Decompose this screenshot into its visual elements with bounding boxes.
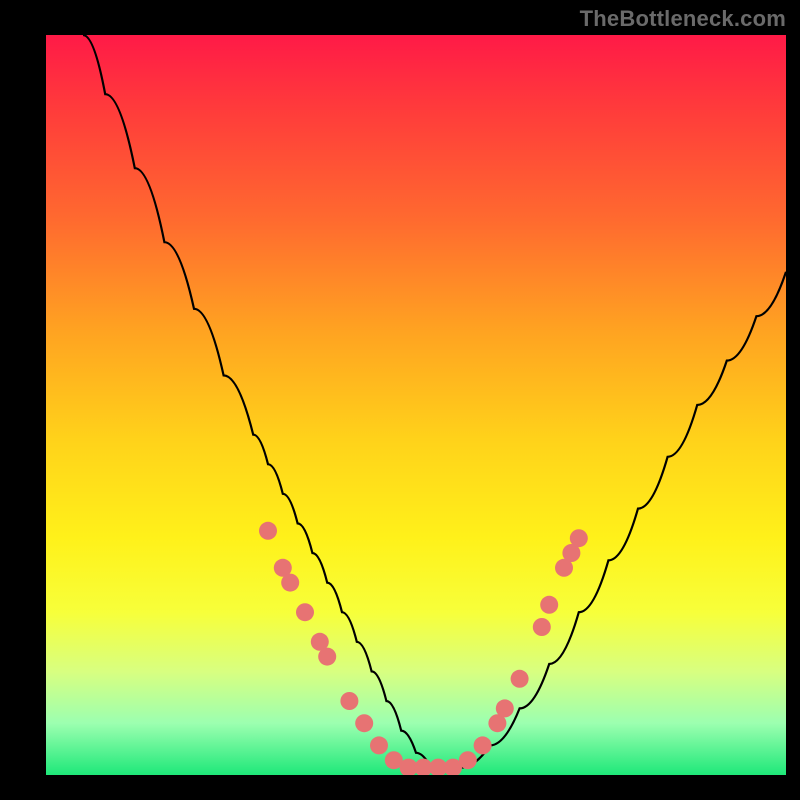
curve-marker: [474, 736, 492, 754]
curve-marker: [385, 751, 403, 769]
curve-marker: [311, 633, 329, 651]
curve-marker: [296, 603, 314, 621]
curve-marker: [533, 618, 551, 636]
curve-marker: [274, 559, 292, 577]
curve-marker: [488, 714, 506, 732]
curve-marker: [259, 522, 277, 540]
curve-marker: [555, 559, 573, 577]
watermark-text: TheBottleneck.com: [580, 6, 786, 32]
curve-marker: [355, 714, 373, 732]
curve-marker: [429, 759, 447, 775]
bottleneck-curve: [83, 35, 786, 768]
curve-marker: [370, 736, 388, 754]
curve-marker: [540, 596, 558, 614]
curve-marker: [414, 759, 432, 775]
curve-marker: [511, 670, 529, 688]
curve-marker: [496, 699, 514, 717]
curve-marker: [400, 759, 418, 775]
chart-plot-area: [46, 35, 786, 775]
curve-marker: [281, 574, 299, 592]
curve-marker: [570, 529, 588, 547]
chart-svg: [46, 35, 786, 775]
curve-marker: [340, 692, 358, 710]
curve-marker: [318, 648, 336, 666]
curve-marker: [444, 759, 462, 775]
curve-markers: [259, 522, 588, 775]
curve-marker: [562, 544, 580, 562]
chart-frame: TheBottleneck.com: [0, 0, 800, 800]
curve-marker: [459, 751, 477, 769]
